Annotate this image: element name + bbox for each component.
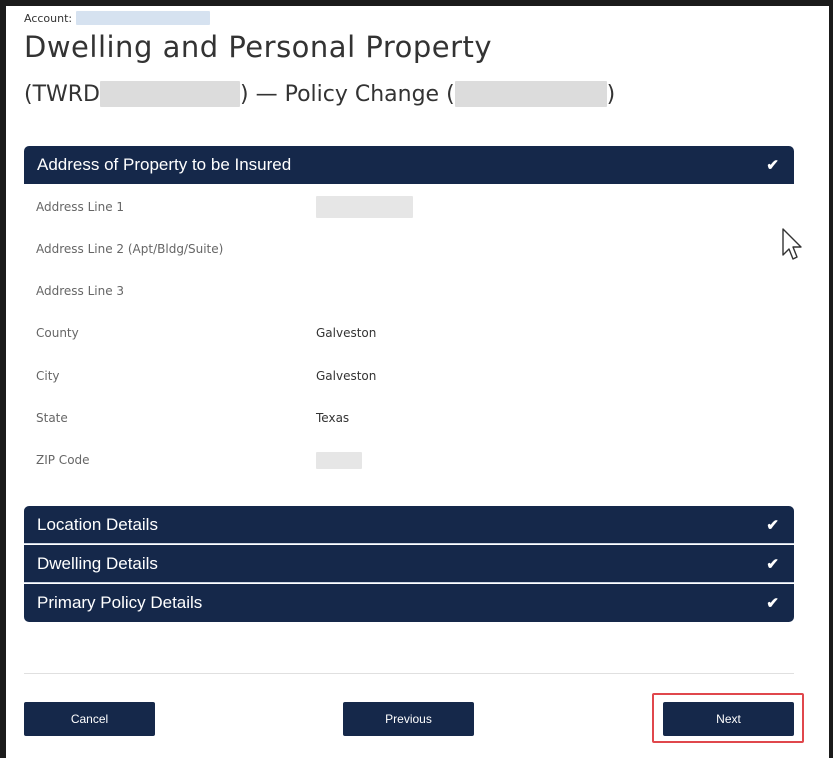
cancel-button[interactable]: Cancel bbox=[24, 702, 155, 736]
field-label: City bbox=[36, 369, 60, 383]
account-row: Account: bbox=[24, 11, 211, 25]
field-label: County bbox=[36, 326, 79, 340]
section-title-address: Address of Property to be Insured bbox=[37, 155, 292, 174]
redacted-policy-number bbox=[100, 81, 241, 107]
field-value: Galveston bbox=[316, 326, 377, 340]
section-header-address[interactable]: Address of Property to be Insured ✔ bbox=[24, 146, 794, 184]
window: Account: Dwelling and Personal Property … bbox=[0, 0, 833, 758]
field-row-address-line-2: Address Line 2 (Apt/Bldg/Suite) bbox=[36, 238, 596, 260]
mouse-cursor-icon bbox=[782, 228, 802, 260]
check-icon: ✔ bbox=[766, 516, 779, 534]
window-right-border bbox=[829, 0, 833, 758]
field-label: Address Line 2 (Apt/Bldg/Suite) bbox=[36, 242, 224, 256]
field-label: Address Line 3 bbox=[36, 284, 125, 298]
field-value: Texas bbox=[316, 411, 350, 425]
window-left-border bbox=[0, 0, 6, 758]
subtitle-middle: ) — Policy Change ( bbox=[240, 81, 455, 107]
section-header-location[interactable]: Location Details ✔ bbox=[24, 506, 794, 544]
subtitle-prefix: (TWRD bbox=[24, 81, 101, 107]
field-label: ZIP Code bbox=[36, 453, 90, 467]
field-row-city: City Galveston bbox=[36, 365, 596, 387]
account-label: Account: bbox=[24, 11, 73, 25]
previous-button[interactable]: Previous bbox=[343, 702, 474, 736]
section-title-dwelling: Dwelling Details bbox=[37, 553, 158, 573]
redacted-change-id bbox=[454, 81, 607, 107]
field-row-zip: ZIP Code bbox=[36, 449, 596, 471]
subtitle-suffix: ) bbox=[606, 81, 616, 107]
check-icon: ✔ bbox=[766, 555, 779, 573]
field-row-county: County Galveston bbox=[36, 322, 596, 344]
next-button[interactable]: Next bbox=[663, 702, 794, 736]
footer-divider bbox=[24, 673, 794, 674]
check-icon: ✔ bbox=[766, 595, 779, 612]
section-header-primary-policy[interactable]: Primary Policy Details ✔ bbox=[24, 584, 794, 622]
field-row-address-line-3: Address Line 3 bbox=[36, 280, 596, 302]
field-value: Galveston bbox=[316, 369, 377, 383]
redacted-account-number bbox=[76, 11, 211, 25]
page-subtitle: (TWRD ) — Policy Change ( ) bbox=[24, 81, 615, 107]
window-top-border bbox=[0, 0, 833, 6]
field-row-state: State Texas bbox=[36, 407, 596, 429]
section-header-dwelling[interactable]: Dwelling Details ✔ bbox=[24, 545, 794, 583]
section-title-primary-policy: Primary Policy Details bbox=[37, 593, 203, 612]
field-label: State bbox=[36, 411, 68, 425]
check-icon: ✔ bbox=[766, 157, 779, 174]
redacted-address-line-1 bbox=[316, 196, 413, 218]
section-title-location: Location Details bbox=[37, 514, 158, 534]
field-label: Address Line 1 bbox=[36, 200, 125, 214]
page-title: Dwelling and Personal Property bbox=[24, 30, 493, 64]
redacted-zip-code bbox=[316, 451, 362, 469]
field-row-address-line-1: Address Line 1 bbox=[36, 196, 596, 218]
